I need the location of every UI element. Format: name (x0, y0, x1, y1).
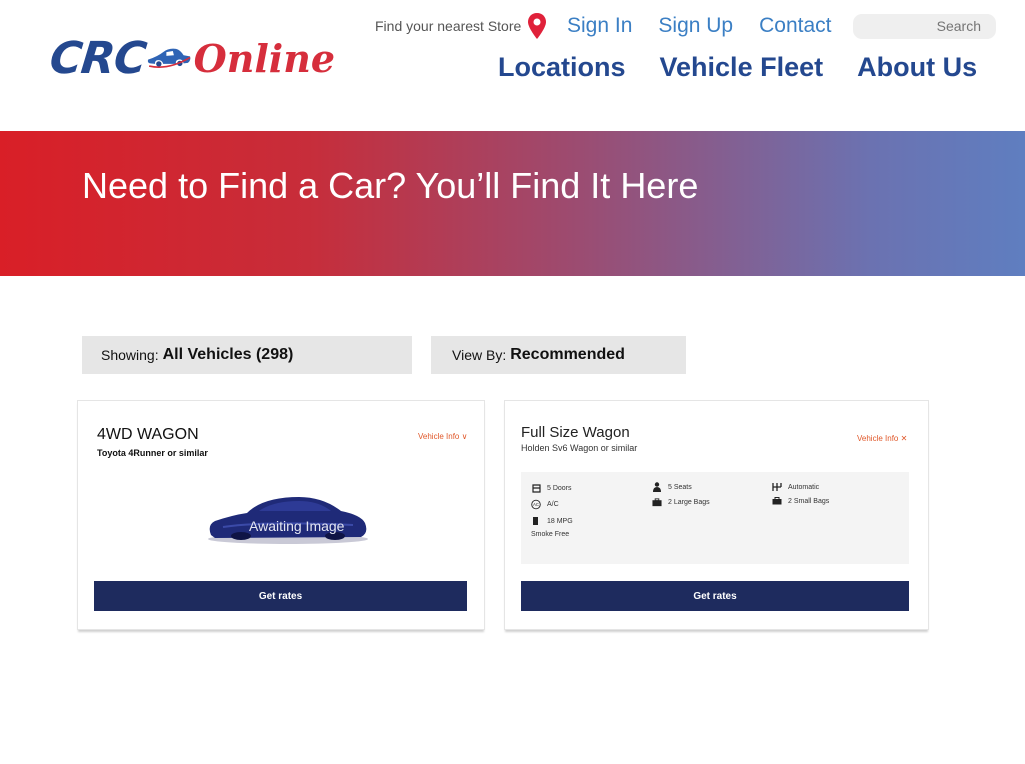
car-logo-icon (148, 48, 191, 68)
gear-shift-icon (772, 482, 782, 492)
spec-mpg: 18 MPG (531, 516, 573, 526)
vehicle-card: Full Size Wagon Holden Sv6 Wagon or simi… (504, 400, 929, 630)
vehicle-card: 4WD WAGON Toyota 4Runner or similar Vehi… (77, 400, 485, 630)
spec-large-bags: 2 Large Bags (652, 497, 710, 507)
hero-banner: Need to Find a Car? You’ll Find It Here (0, 131, 1025, 276)
suitcase-icon (652, 497, 662, 507)
vehicle-title: Full Size Wagon (521, 424, 630, 441)
showing-value: All Vehicles (298) (162, 346, 294, 363)
svg-text:AC: AC (533, 502, 539, 507)
awaiting-image-label: Awaiting Image (249, 518, 345, 534)
brand-logo[interactable]: CRC Online (47, 30, 335, 86)
contact-link[interactable]: Contact (759, 14, 831, 38)
vehicle-info-toggle[interactable]: Vehicle Info ✕ (857, 434, 907, 443)
vehicle-subtitle: Toyota 4Runner or similar (97, 448, 208, 458)
vehicle-info-toggle[interactable]: Vehicle Info ∨ (418, 432, 467, 441)
spec-ac: AC A/C (531, 499, 559, 509)
vehicle-specs-panel: 5 Doors AC A/C 18 MPG Smoke Free 5 Seats… (521, 472, 909, 564)
logo-crc-text: CRC (47, 32, 149, 84)
nav-vehicle-fleet[interactable]: Vehicle Fleet (660, 52, 824, 83)
vehicle-title: 4WD WAGON (97, 426, 199, 443)
page: CRC Online Find your nearest Store Sign … (0, 0, 1025, 764)
door-icon (531, 483, 541, 493)
fuel-icon (531, 516, 541, 526)
view-by-filter[interactable]: View By: Recommended (431, 336, 686, 374)
logo-online-text: Online (193, 35, 335, 81)
spec-seats: 5 Seats (652, 482, 692, 492)
location-pin-icon (528, 13, 547, 39)
main-nav: Locations Vehicle Fleet About Us (498, 52, 977, 83)
get-rates-button[interactable]: Get rates (521, 581, 909, 611)
spec-transmission: Automatic (772, 482, 819, 492)
sign-in-link[interactable]: Sign In (567, 14, 632, 38)
ac-icon: AC (531, 499, 541, 509)
showing-filter[interactable]: Showing: All Vehicles (298) (82, 336, 412, 374)
sign-up-link[interactable]: Sign Up (658, 14, 733, 38)
search-input[interactable] (853, 14, 996, 39)
spec-small-bags: 2 Small Bags (772, 496, 829, 506)
nav-locations[interactable]: Locations (498, 52, 626, 83)
store-finder[interactable]: Find your nearest Store (375, 12, 547, 40)
showing-label: Showing: (101, 347, 159, 363)
person-icon (652, 482, 662, 492)
vehicle-subtitle: Holden Sv6 Wagon or similar (521, 443, 638, 453)
nav-about-us[interactable]: About Us (857, 52, 977, 83)
view-by-value: Recommended (510, 346, 625, 363)
top-links: Sign In Sign Up Contact (567, 14, 831, 38)
small-bag-icon (772, 496, 782, 506)
store-finder-label: Find your nearest Store (375, 18, 522, 34)
spec-doors: 5 Doors (531, 483, 572, 493)
view-by-label: View By: (452, 347, 507, 363)
spec-smoke-free: Smoke Free (531, 531, 570, 538)
get-rates-button[interactable]: Get rates (94, 581, 467, 611)
hero-title: Need to Find a Car? You’ll Find It Here (82, 165, 699, 206)
